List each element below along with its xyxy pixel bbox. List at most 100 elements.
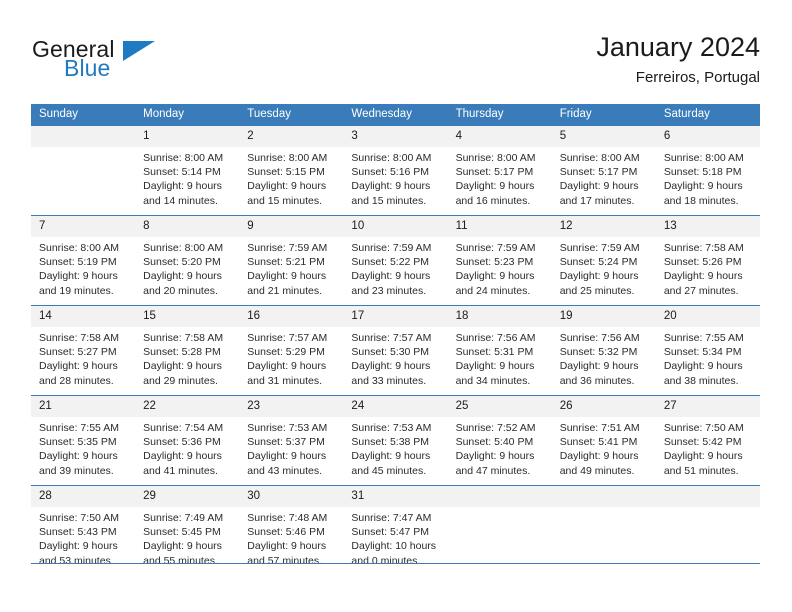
calendar-day-cell[interactable]: 11 Sunrise: 7:59 AM Sunset: 5:23 PM Dayligh… [447,215,552,306]
calendar-day-cell[interactable]: 1 Sunrise: 8:00 AM Sunset: 5:14 PM Daylight… [135,126,240,216]
calendar-day-cell[interactable]: 7 Sunrise: 8:00 AM Sunset: 5:19 PM Daylight… [31,215,136,306]
daylight-line: Daylight: 9 hours [247,540,327,553]
day-number: 31 [343,486,448,507]
daylight-minutes-line: and 36 minutes. [559,374,635,387]
empty-daynum-band [31,126,136,147]
day-number: 1 [135,126,240,147]
day-details: Sunrise: 7:56 AM Sunset: 5:32 PM Daylight:… [552,327,656,388]
daylight-minutes-line: and 38 minutes. [663,374,739,387]
sunrise-line: Sunrise: 7:56 AM [559,332,640,344]
calendar-day-cell[interactable]: 17 Sunrise: 7:57 AM Sunset: 5:30 PM Dayligh… [343,305,448,396]
calendar-day-cell[interactable]: 21 Sunrise: 7:55 AM Sunset: 5:35 PM Dayligh… [31,395,136,486]
daylight-minutes-line: and 25 minutes. [559,284,635,297]
day-number: 14 [31,306,136,327]
day-number: 29 [135,486,240,507]
day-details: Sunrise: 8:00 AM Sunset: 5:18 PM Daylight:… [656,147,760,208]
daylight-line: Daylight: 9 hours [247,360,327,373]
sunset-line: Sunset: 5:36 PM [143,436,221,449]
daylight-line: Daylight: 9 hours [663,180,743,193]
weekday-header-tuesday: Tuesday [239,104,344,126]
general-blue-logo[interactable]: General Blue [31,30,211,90]
day-number: 8 [135,216,240,237]
daylight-line: Daylight: 9 hours [143,180,222,193]
sunset-line: Sunset: 5:46 PM [247,526,325,539]
day-details: Sunrise: 7:58 AM Sunset: 5:28 PM Daylight:… [135,327,239,388]
day-number: 10 [343,216,448,237]
daylight-minutes-line: and 39 minutes. [39,464,114,477]
sunset-line: Sunset: 5:19 PM [39,256,117,269]
day-details: Sunrise: 7:59 AM Sunset: 5:21 PM Daylight:… [239,237,343,298]
title-block: January 2024 Ferreiros, Portugal [596,30,760,89]
calendar-day-cell[interactable]: 23 Sunrise: 7:53 AM Sunset: 5:37 PM Dayligh… [239,395,344,486]
calendar-day-cell[interactable]: 19 Sunrise: 7:56 AM Sunset: 5:32 PM Dayligh… [551,305,656,396]
location-subtitle: Ferreiros, Portugal [635,69,760,86]
day-details: Sunrise: 8:00 AM Sunset: 5:17 PM Daylight:… [448,147,552,208]
empty-daynum-band [551,486,656,507]
day-number: 26 [551,396,656,417]
calendar-day-cell[interactable]: 22 Sunrise: 7:54 AM Sunset: 5:36 PM Dayligh… [135,395,240,486]
sunset-line: Sunset: 5:43 PM [39,526,117,539]
sunrise-line: Sunrise: 7:57 AM [351,332,432,344]
calendar-day-cell[interactable]: 16 Sunrise: 7:57 AM Sunset: 5:29 PM Dayligh… [239,305,344,396]
calendar-day-cell[interactable]: 31 Sunrise: 7:47 AM Sunset: 5:47 PM Dayligh… [343,485,448,575]
daylight-minutes-line: and 17 minutes. [559,194,635,207]
sunset-line: Sunset: 5:26 PM [663,256,742,269]
daylight-minutes-line: and 47 minutes. [455,464,531,477]
calendar-empty-cell [551,485,656,575]
day-details: Sunrise: 7:49 AM Sunset: 5:45 PM Daylight:… [135,507,239,568]
calendar-day-cell[interactable]: 15 Sunrise: 7:58 AM Sunset: 5:28 PM Dayligh… [135,305,240,396]
daylight-line: Daylight: 9 hours [455,450,535,463]
day-number: 19 [551,306,656,327]
sunset-line: Sunset: 5:15 PM [247,166,325,179]
calendar-day-cell[interactable]: 27 Sunrise: 7:50 AM Sunset: 5:42 PM Dayligh… [655,395,760,486]
sunset-line: Sunset: 5:38 PM [351,436,430,449]
calendar-day-cell[interactable]: 3 Sunrise: 8:00 AM Sunset: 5:16 PM Daylight… [343,126,448,216]
calendar-day-cell[interactable]: 20 Sunrise: 7:55 AM Sunset: 5:34 PM Dayligh… [655,305,760,396]
day-number: 4 [447,126,552,147]
day-details: Sunrise: 7:59 AM Sunset: 5:24 PM Daylight:… [552,237,656,298]
day-details: Sunrise: 7:56 AM Sunset: 5:31 PM Daylight:… [448,327,552,388]
sunset-line: Sunset: 5:29 PM [247,346,325,359]
calendar-day-cell[interactable]: 18 Sunrise: 7:56 AM Sunset: 5:31 PM Dayligh… [447,305,552,396]
calendar-day-cell[interactable]: 14 Sunrise: 7:58 AM Sunset: 5:27 PM Dayligh… [31,305,136,396]
day-number: 28 [31,486,136,507]
daylight-minutes-line: and 16 minutes. [455,194,531,207]
sunset-line: Sunset: 5:24 PM [559,256,638,269]
calendar-bottom-rule [31,563,760,564]
calendar-day-cell[interactable]: 30 Sunrise: 7:48 AM Sunset: 5:46 PM Dayligh… [239,485,344,575]
calendar-day-cell[interactable]: 26 Sunrise: 7:51 AM Sunset: 5:41 PM Dayligh… [551,395,656,486]
sunrise-line: Sunrise: 7:50 AM [39,512,119,524]
daylight-line: Daylight: 9 hours [663,360,743,373]
calendar-day-cell[interactable]: 24 Sunrise: 7:53 AM Sunset: 5:38 PM Dayligh… [343,395,448,486]
sunrise-line: Sunrise: 7:47 AM [351,512,432,524]
daylight-line: Daylight: 9 hours [559,180,639,193]
day-details: Sunrise: 7:55 AM Sunset: 5:34 PM Daylight:… [656,327,760,388]
calendar-day-cell[interactable]: 25 Sunrise: 7:52 AM Sunset: 5:40 PM Dayligh… [447,395,552,486]
day-details: Sunrise: 7:53 AM Sunset: 5:37 PM Daylight:… [239,417,343,478]
calendar-day-cell[interactable]: 12 Sunrise: 7:59 AM Sunset: 5:24 PM Dayligh… [551,215,656,306]
day-details: Sunrise: 7:53 AM Sunset: 5:38 PM Daylight:… [343,417,447,478]
calendar-day-cell[interactable]: 5 Sunrise: 8:00 AM Sunset: 5:17 PM Daylight… [551,126,656,216]
calendar-day-cell[interactable]: 28 Sunrise: 7:50 AM Sunset: 5:43 PM Dayligh… [31,485,136,575]
calendar-day-cell[interactable]: 10 Sunrise: 7:59 AM Sunset: 5:22 PM Dayligh… [343,215,448,306]
daylight-line: Daylight: 9 hours [247,450,327,463]
daylight-minutes-line: and 33 minutes. [351,374,427,387]
sunrise-line: Sunrise: 8:00 AM [351,152,432,164]
day-details: Sunrise: 8:00 AM Sunset: 5:14 PM Daylight:… [135,147,239,208]
day-number: 23 [239,396,344,417]
daylight-minutes-line: and 31 minutes. [247,374,322,387]
calendar-day-cell[interactable]: 13 Sunrise: 7:58 AM Sunset: 5:26 PM Dayligh… [655,215,760,306]
sunrise-line: Sunrise: 7:59 AM [247,242,328,254]
calendar-day-cell[interactable]: 2 Sunrise: 8:00 AM Sunset: 5:15 PM Daylight… [239,126,344,216]
calendar-day-cell[interactable]: 6 Sunrise: 8:00 AM Sunset: 5:18 PM Daylight… [655,126,760,216]
daylight-minutes-line: and 34 minutes. [455,374,531,387]
calendar-day-cell[interactable]: 9 Sunrise: 7:59 AM Sunset: 5:21 PM Daylight… [239,215,344,306]
calendar-day-cell[interactable]: 4 Sunrise: 8:00 AM Sunset: 5:17 PM Daylight… [447,126,552,216]
sunset-line: Sunset: 5:35 PM [39,436,117,449]
calendar-week-row: 21 Sunrise: 7:55 AM Sunset: 5:35 PM Dayligh… [31,395,760,486]
page-title: January 2024 [596,32,760,62]
calendar-day-cell[interactable]: 29 Sunrise: 7:49 AM Sunset: 5:45 PM Dayligh… [135,485,240,575]
day-details: Sunrise: 7:48 AM Sunset: 5:46 PM Daylight:… [239,507,343,568]
sunset-line: Sunset: 5:47 PM [351,526,430,539]
calendar-day-cell[interactable]: 8 Sunrise: 8:00 AM Sunset: 5:20 PM Daylight… [135,215,240,306]
